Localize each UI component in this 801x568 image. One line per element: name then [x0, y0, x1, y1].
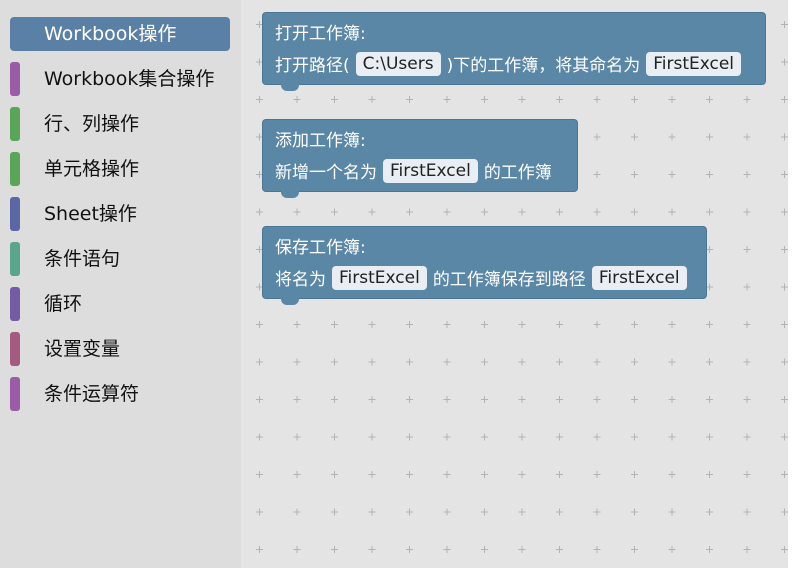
category-label: Workbook操作: [44, 23, 177, 45]
category-color-bar: [10, 197, 20, 231]
block-text: 打开路径(: [275, 56, 350, 76]
block-row: 将名为 FirstExcel 的工作簿保存到路径 FirstExcel: [275, 265, 693, 290]
block-text: 将名为: [275, 270, 326, 290]
category-color-bar: [10, 152, 20, 186]
category-color-bar: [10, 107, 20, 141]
category-label: 设置变量: [44, 338, 121, 360]
block-text: 的工作簿: [483, 163, 552, 183]
save-workbook-block[interactable]: 保存工作簿: 将名为 FirstExcel 的工作簿保存到路径 FirstExc…: [262, 226, 707, 305]
category-workbook[interactable]: Workbook操作: [10, 17, 230, 51]
toolbox: Workbook操作 Workbook集合操作 行、列操作 单元格操作 Shee…: [0, 0, 241, 568]
category-cell[interactable]: 单元格操作: [10, 152, 230, 186]
category-variables[interactable]: 设置变量: [10, 332, 230, 366]
workspace-scrollbar[interactable]: [788, 0, 801, 568]
block-title: 添加工作簿:: [275, 131, 366, 151]
name-field[interactable]: FirstExcel: [646, 51, 742, 76]
category-label: 单元格操作: [44, 158, 140, 180]
category-label: 循环: [44, 293, 83, 315]
path-field[interactable]: C:\Users: [355, 51, 441, 76]
category-row-column[interactable]: 行、列操作: [10, 107, 230, 141]
block-text: 的工作簿保存到路径: [432, 270, 586, 290]
block-title: 保存工作簿:: [275, 238, 366, 258]
category-label: Workbook集合操作: [44, 68, 215, 90]
block-title: 打开工作簿:: [275, 24, 366, 44]
block-text: 新增一个名为: [275, 163, 377, 183]
category-color-bar: [10, 332, 20, 366]
category-label: 条件语句: [44, 248, 121, 270]
block-connector: [281, 83, 299, 91]
category-label: Sheet操作: [44, 203, 137, 225]
category-color-bar: [10, 287, 20, 321]
name-field[interactable]: FirstExcel: [383, 158, 478, 183]
category-color-bar: [10, 242, 20, 276]
category-label: 行、列操作: [44, 113, 140, 135]
block-connector: [281, 297, 299, 305]
category-workbook-collection[interactable]: Workbook集合操作: [10, 62, 230, 96]
category-color-bar: [10, 377, 20, 411]
category-conditional[interactable]: 条件语句: [10, 242, 230, 276]
category-color-bar: [10, 62, 20, 96]
category-loop[interactable]: 循环: [10, 287, 230, 321]
path-field[interactable]: FirstExcel: [591, 265, 687, 290]
category-condition-operators[interactable]: 条件运算符: [10, 377, 230, 411]
category-sheet[interactable]: Sheet操作: [10, 197, 230, 231]
block-row: 打开路径( C:\Users )下的工作簿，将其命名为 FirstExcel: [275, 51, 747, 76]
open-workbook-block[interactable]: 打开工作簿: 打开路径( C:\Users )下的工作簿，将其命名为 First…: [262, 12, 766, 91]
block-row: 新增一个名为 FirstExcel 的工作簿: [275, 158, 552, 183]
name-field[interactable]: FirstExcel: [332, 265, 427, 290]
block-text: )下的工作簿，将其命名为: [446, 56, 641, 76]
block-connector: [281, 190, 299, 198]
category-label: 条件运算符: [44, 383, 140, 405]
add-workbook-block[interactable]: 添加工作簿: 新增一个名为 FirstExcel 的工作簿: [262, 119, 578, 198]
